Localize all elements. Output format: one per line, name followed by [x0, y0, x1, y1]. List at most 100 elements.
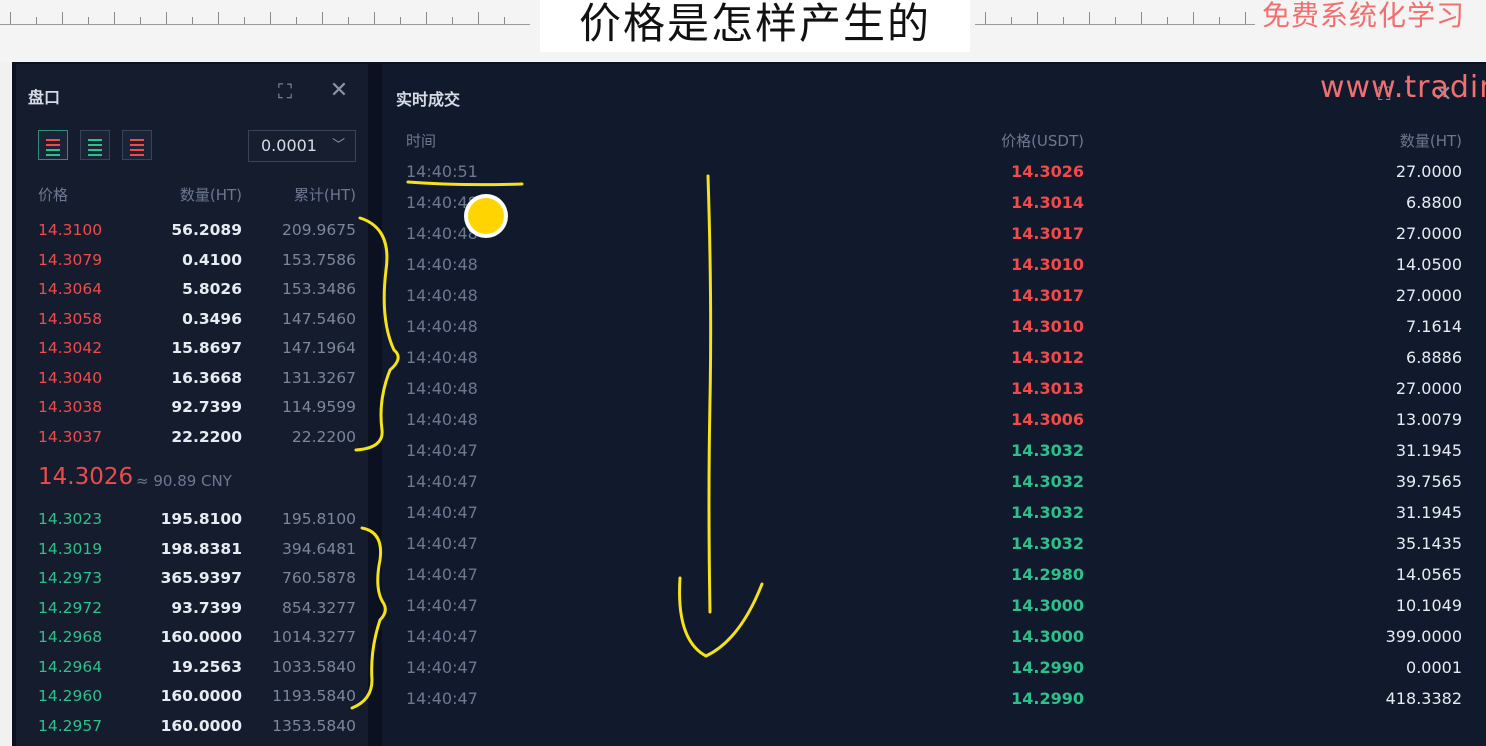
trade-price: 14.3000: [1011, 627, 1084, 646]
ask-price: 14.3038: [38, 398, 103, 416]
order-book-title: 盘口: [28, 88, 61, 107]
ask-row[interactable]: 14.3038 92.7399 114.9599: [16, 393, 368, 423]
trade-row: 14:40:47 14.3032 31.1945: [382, 497, 1486, 528]
trades-title: 实时成交: [396, 90, 461, 109]
trade-row: 14:40:51 14.3026 27.0000: [382, 156, 1486, 187]
trade-price: 14.3032: [1011, 472, 1084, 491]
bid-total: 854.3277: [282, 598, 356, 617]
bid-total: 760.5878: [282, 569, 356, 587]
bid-amount: 160.0000: [160, 628, 242, 646]
bid-row[interactable]: 14.2960 160.0000 1193.5840: [16, 682, 368, 712]
bid-row[interactable]: 14.2968 160.0000 1014.3277: [16, 623, 368, 653]
ask-total: 147.5460: [282, 309, 356, 328]
trade-price: 14.2990: [1011, 689, 1084, 708]
ask-total: 22.2200: [291, 427, 356, 446]
ask-row[interactable]: 14.3040 16.3668 131.3267: [16, 364, 368, 394]
trade-amount: 6.8800: [1406, 193, 1462, 212]
ask-row[interactable]: 14.3100 56.2089 209.9675: [16, 216, 368, 246]
ruler-tick: [348, 17, 349, 24]
ask-price: 14.3064: [38, 280, 103, 298]
view-bids-button[interactable]: [80, 130, 110, 160]
ruler-tick: [1089, 12, 1090, 24]
bid-price: 14.3019: [38, 539, 103, 558]
trade-amount: 31.1945: [1395, 503, 1462, 522]
bid-price: 14.2960: [38, 687, 103, 705]
bid-price: 14.2972: [38, 598, 103, 617]
close-icon[interactable]: ✕: [328, 80, 350, 102]
bid-amount: 160.0000: [160, 716, 242, 735]
expand-icon[interactable]: ⛶: [274, 80, 296, 102]
video-caption-bar: 价格是怎样产生的 免费系统化学习: [0, 0, 1486, 62]
ask-total: 131.3267: [282, 368, 356, 387]
ask-price: 14.3100: [38, 221, 103, 239]
ruler-tick: [1167, 17, 1168, 24]
bid-row[interactable]: 14.2973 365.9397 760.5878: [16, 564, 368, 594]
view-both-button[interactable]: [38, 130, 68, 160]
bid-total: 394.6481: [282, 539, 356, 558]
bid-total: 1353.5840: [272, 716, 356, 735]
bid-amount: 19.2563: [171, 657, 242, 676]
ask-amount: 16.3668: [171, 368, 242, 387]
ask-row[interactable]: 14.3079 0.4100 153.7586: [16, 246, 368, 276]
ruler-tick: [114, 12, 115, 24]
ask-price: 14.3040: [38, 368, 103, 387]
bid-row[interactable]: 14.2957 160.0000 1353.5840: [16, 712, 368, 742]
trade-price: 14.3012: [1011, 348, 1084, 367]
trade-row: 14:40:47 14.2990 418.3382: [382, 683, 1486, 714]
view-asks-button[interactable]: [122, 130, 152, 160]
bid-row[interactable]: 14.2964 19.2563 1033.5840: [16, 653, 368, 683]
bid-row[interactable]: 14.3019 198.8381 394.6481: [16, 535, 368, 565]
ask-row[interactable]: 14.3042 15.8697 147.1964: [16, 334, 368, 364]
video-title: 价格是怎样产生的: [540, 0, 970, 52]
trade-row: 14:40:47 14.2990 0.0001: [382, 652, 1486, 683]
ruler-tick: [36, 17, 37, 24]
ask-amount: 0.3496: [182, 309, 242, 328]
trade-amount: 6.8886: [1406, 348, 1462, 367]
bid-amount: 198.8381: [160, 539, 242, 558]
cursor-highlight: [468, 198, 504, 234]
trade-time: 14:40:48: [406, 224, 478, 243]
trade-price: 14.3000: [1011, 596, 1084, 615]
bid-total: 195.8100: [282, 510, 356, 528]
ruler-tick: [296, 17, 297, 24]
header-time: 时间: [406, 132, 437, 150]
trade-price: 14.3014: [1011, 193, 1084, 212]
trade-amount: 27.0000: [1395, 379, 1462, 398]
bid-total: 1193.5840: [272, 687, 356, 705]
ask-amount: 0.4100: [182, 250, 242, 269]
trade-time: 14:40:48: [406, 255, 478, 274]
trade-row: 14:40:48 14.3012 6.8886: [382, 342, 1486, 373]
trade-price: 14.3017: [1011, 224, 1084, 243]
trade-time: 14:40:47: [406, 534, 478, 553]
ruler-tick: [140, 17, 141, 24]
trade-time: 14:40:48: [406, 317, 478, 336]
trade-amount: 0.0001: [1406, 658, 1462, 677]
trade-time: 14:40:47: [406, 441, 478, 460]
ruler-tick: [270, 12, 271, 24]
trade-amount: 399.0000: [1385, 627, 1462, 646]
bid-price: 14.2964: [38, 657, 103, 676]
bid-price: 14.2968: [38, 628, 103, 646]
ruler-tick: [244, 17, 245, 24]
trade-time: 14:40:47: [406, 658, 478, 677]
ask-amount: 92.7399: [171, 398, 242, 416]
bid-row[interactable]: 14.2972 93.7399 854.3277: [16, 594, 368, 624]
ask-row[interactable]: 14.3064 5.8026 153.3486: [16, 275, 368, 305]
trade-row: 14:40:47 14.3032 35.1435: [382, 528, 1486, 559]
trade-price: 14.3010: [1011, 255, 1084, 274]
ask-row[interactable]: 14.3058 0.3496 147.5460: [16, 305, 368, 335]
ruler-tick: [1219, 17, 1220, 24]
header-total: 累计(HT): [293, 186, 356, 204]
trade-price: 14.3017: [1011, 286, 1084, 305]
bid-price: 14.3023: [38, 510, 103, 528]
ruler-tick: [1193, 12, 1194, 24]
trade-amount: 31.1945: [1395, 441, 1462, 460]
precision-select[interactable]: 0.0001 ﹀: [248, 130, 356, 162]
ask-row[interactable]: 14.3037 22.2200 22.2200: [16, 423, 368, 453]
trade-price: 14.3032: [1011, 503, 1084, 522]
ask-total: 147.1964: [282, 339, 356, 357]
bid-row[interactable]: 14.3023 195.8100 195.8100: [16, 505, 368, 535]
trade-amount: 27.0000: [1395, 162, 1462, 181]
trade-amount: 27.0000: [1395, 224, 1462, 243]
bid-amount: 195.8100: [160, 510, 242, 528]
